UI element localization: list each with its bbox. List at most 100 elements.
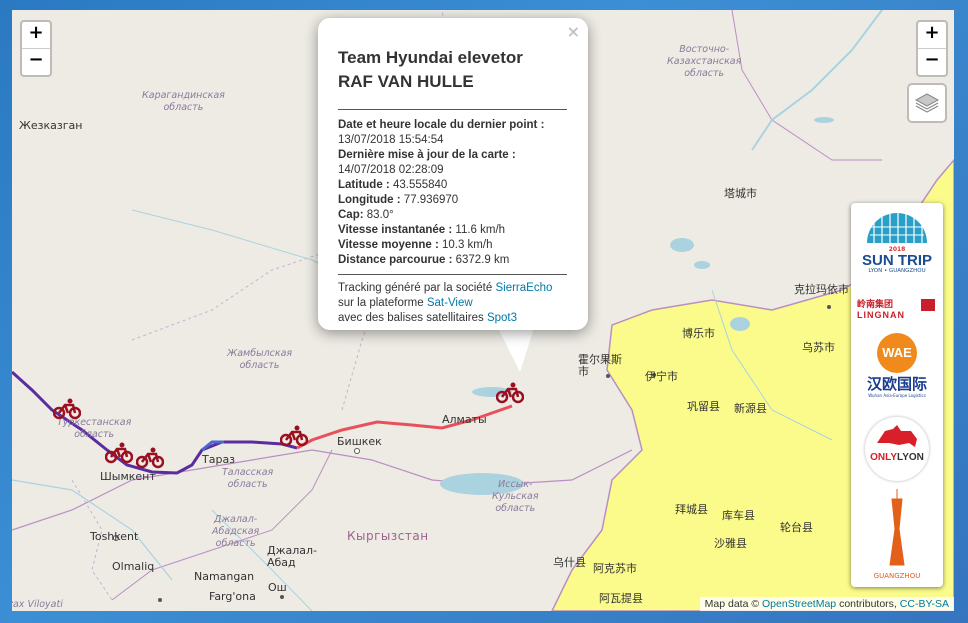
wae-badge-icon: WAE	[877, 333, 917, 373]
layers-icon	[914, 93, 940, 113]
guangzhou-logo[interactable]: GUANGZHOU	[857, 489, 937, 583]
popup-field-label: Vitesse moyenne :	[338, 239, 439, 251]
wae-logo[interactable]: WAE 汉欧国际 Wuhan Asia-Europe Logistics	[857, 333, 937, 405]
satview-link[interactable]: Sat-View	[427, 297, 473, 309]
label-talas-region: Таласская область	[222, 467, 274, 490]
bike-marker-2[interactable]	[105, 442, 133, 464]
popup-close-button[interactable]: ×	[567, 22, 580, 41]
wae-text: WAE	[882, 345, 912, 360]
label-aksu: 阿克苏市	[593, 562, 637, 575]
onlylyon-lyon: LYON	[897, 452, 924, 463]
label-jalal-region: Джалал- Абадская область	[212, 514, 260, 549]
label-almaty: Алматы	[442, 413, 487, 426]
label-issyk-region: Иссык- Кульская область	[492, 479, 539, 514]
label-namangan: Namangan	[194, 570, 255, 583]
label-luntai: 轮台县	[780, 521, 813, 534]
label-baicheng: 拜城县	[675, 503, 708, 516]
footer-text-2: sur la plateforme	[338, 297, 427, 309]
popup-info: Date et heure locale du dernier point : 1…	[338, 118, 578, 268]
map-view[interactable]: Жезказган Карагандинская область Восточн…	[12, 10, 954, 611]
label-wushi: 乌什县	[553, 556, 586, 569]
popup-rider-name: RAF VAN HULLE	[338, 72, 474, 91]
popup-divider-bottom	[338, 274, 567, 275]
lion-icon	[877, 425, 917, 447]
popup-field-value: 14/07/2018 02:28:09	[338, 164, 444, 176]
label-viloyati: zax Viloyati	[12, 599, 63, 610]
label-osh: Ош	[268, 581, 287, 594]
zoom-control-left: + −	[20, 20, 52, 77]
popup-field: Latitude : 43.555840	[338, 178, 578, 193]
popup-field-label: Distance parcourue :	[338, 254, 453, 266]
layers-button[interactable]	[907, 83, 947, 123]
label-karamay: 克拉玛依市	[794, 283, 849, 296]
lingnan-logo[interactable]: 岭南集团 LINGNAN	[857, 297, 937, 320]
attribution-mid: contributors,	[836, 598, 900, 610]
suntrip-logo[interactable]: 2018 SUN TRIP LYON • GUANGZHOU	[856, 209, 938, 279]
label-kuqa: 库车县	[722, 509, 755, 522]
wae-sub: Wuhan Asia-Europe Logistics	[868, 393, 926, 398]
popup-footer: Tracking généré par la société SierraEch…	[338, 281, 552, 326]
label-turkestan-region: Туркестанская область	[57, 417, 132, 440]
popup-field-label: Longitude :	[338, 194, 401, 206]
popup-field-value: 77.936970	[403, 194, 459, 206]
popup-field-value: 13/07/2018 15:54:54	[338, 134, 444, 146]
label-bole: 博乐市	[682, 327, 715, 340]
zoom-out-button-right[interactable]: −	[918, 48, 946, 75]
onlylyon-only: ONLY	[870, 452, 897, 463]
label-gongliu: 巩留县	[687, 400, 720, 413]
label-zhezkazgan: Жезказган	[19, 119, 83, 132]
label-bishkek: Бишкек	[337, 435, 382, 448]
suntrip-globe-icon	[867, 213, 927, 243]
sierraecho-link[interactable]: SierraEcho	[495, 282, 552, 294]
popup-field-value: 10.3 km/h	[441, 239, 493, 251]
label-horgos: 霍尔果斯 市	[578, 353, 622, 378]
bike-marker-selected[interactable]	[496, 382, 524, 404]
footer-text-3: avec des balises satellitaires	[338, 312, 487, 324]
zoom-in-button-right[interactable]: +	[918, 22, 946, 48]
popup-field-label: Date et heure locale du dernier point :	[338, 119, 545, 131]
attribution-prefix: Map data ©	[704, 598, 763, 610]
osm-link[interactable]: OpenStreetMap	[762, 598, 836, 610]
popup-field: Longitude : 77.936970	[338, 193, 578, 208]
label-karaganda-region: Карагандинская область	[142, 90, 225, 113]
popup-tip	[498, 328, 534, 372]
lingnan-icon	[921, 299, 935, 311]
popup-field-value: 83.0°	[366, 209, 394, 221]
label-wusu: 乌苏市	[802, 341, 835, 354]
zoom-control-right: + −	[916, 20, 948, 77]
label-east-kaz-region: Восточно- Казахстанская область	[667, 44, 742, 79]
popup-field-value: 43.555840	[392, 179, 448, 191]
popup-team-name: Team Hyundai elevetor	[338, 48, 523, 67]
zoom-out-button[interactable]: −	[22, 48, 50, 75]
bike-marker-3[interactable]	[136, 447, 164, 469]
popup-field: Vitesse instantanée : 11.6 km/h	[338, 223, 578, 238]
rider-popup: × Team Hyundai elevetor RAF VAN HULLE Da…	[318, 18, 588, 330]
footer-text-1: Tracking généré par la société	[338, 282, 496, 294]
label-xayar: 沙雅县	[714, 537, 747, 550]
bike-marker-1[interactable]	[53, 398, 81, 420]
popup-title: Team Hyundai elevetor RAF VAN HULLE	[338, 46, 523, 94]
label-shymkent: Шымкент	[100, 470, 156, 483]
popup-field: Dernière mise à jour de la carte :	[338, 148, 578, 163]
label-tacheng: 塔城市	[724, 187, 757, 200]
bike-marker-4[interactable]	[280, 425, 308, 447]
wae-cn: 汉欧国际	[866, 375, 927, 393]
label-zhambyl-region: Жамбылская область	[227, 348, 293, 371]
suntrip-title: SUN TRIP	[861, 252, 932, 269]
map-attribution: Map data © OpenStreetMap contributors, C…	[699, 597, 954, 611]
onlylyon-logo[interactable]: ONLYLYON	[865, 417, 929, 481]
popup-field-label: Cap:	[338, 209, 364, 221]
license-link[interactable]: CC-BY-SA	[900, 598, 949, 610]
popup-field: Vitesse moyenne : 10.3 km/h	[338, 238, 578, 253]
popup-field-value: 6372.9 km	[455, 254, 510, 266]
popup-field: Distance parcourue : 6372.9 km	[338, 253, 578, 268]
spot3-link[interactable]: Spot3	[487, 312, 517, 324]
popup-field: Date et heure locale du dernier point :	[338, 118, 578, 133]
label-olmaliq: Olmaliq	[112, 560, 155, 573]
label-xinyuan: 新源县	[734, 402, 767, 415]
zoom-in-button[interactable]: +	[22, 22, 50, 48]
popup-divider-top	[338, 109, 567, 110]
popup-field-label: Latitude :	[338, 179, 390, 191]
label-jalal-abad: Джалал- Абад	[267, 544, 318, 569]
sponsors-panel: 2018 SUN TRIP LYON • GUANGZHOU 岭南集团 LING…	[851, 203, 943, 587]
